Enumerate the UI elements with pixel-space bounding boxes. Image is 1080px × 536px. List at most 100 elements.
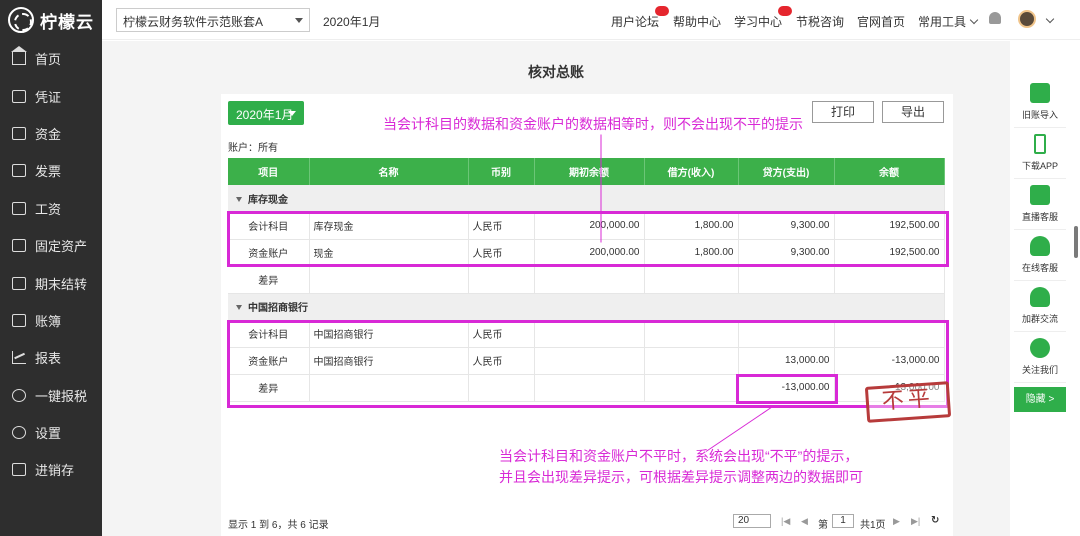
- rail-online-support[interactable]: 在线客服: [1014, 230, 1066, 281]
- nav-user-forum[interactable]: 用户论坛: [611, 6, 670, 30]
- record-count-text: 显示 1 到 6，共 6 记录: [228, 520, 329, 531]
- current-period: 2020年1月: [323, 15, 381, 29]
- nav-common-tools[interactable]: 常用工具: [918, 13, 979, 30]
- rail-import[interactable]: 旧账导入: [1014, 77, 1066, 128]
- sidebar-item-salary[interactable]: 工资: [0, 190, 102, 227]
- sidebar-item-label: 固定资产: [35, 239, 88, 255]
- column-header: 余额: [834, 158, 945, 185]
- refresh-icon[interactable]: ↻: [931, 515, 939, 526]
- table-cell: [534, 266, 645, 294]
- nav-tax-consulting[interactable]: 节税咨询: [796, 13, 844, 30]
- last-page-icon[interactable]: ▶|: [911, 516, 920, 527]
- nav-help-center[interactable]: 帮助中心: [673, 13, 721, 30]
- app-logo[interactable]: 柠檬云: [0, 0, 102, 40]
- hot-badge-icon: [655, 6, 670, 16]
- collapse-caret-icon[interactable]: [236, 305, 242, 310]
- page-number-input[interactable]: 1: [832, 514, 854, 528]
- bell-icon[interactable]: [989, 12, 1001, 24]
- reconcile-panel: 2020年1月 打印 导出 账户：所有 项目 名称 币别 期初余额 借方(收入)…: [221, 94, 953, 536]
- sidebar-item-tax[interactable]: 一键报税: [0, 377, 102, 414]
- next-page-icon[interactable]: ▶: [893, 516, 900, 527]
- dropdown-caret-icon: [288, 111, 296, 116]
- lemon-logo-icon: [8, 7, 34, 33]
- voucher-icon: [12, 89, 26, 103]
- sidebar-item-label: 报表: [35, 351, 62, 367]
- page-size-select[interactable]: 20: [733, 514, 771, 528]
- highlight-box-difference: [736, 374, 838, 404]
- sidebar-item-label: 设置: [35, 426, 62, 442]
- rail-download-app[interactable]: 下载APP: [1014, 128, 1066, 179]
- nav-label: 学习中心: [734, 15, 783, 29]
- table-cell: 差异: [228, 266, 310, 294]
- table-cell: [309, 266, 469, 294]
- hot-badge-icon: [778, 6, 793, 16]
- table-cell: [468, 266, 535, 294]
- table-cell: [644, 266, 739, 294]
- sidebar-item-label: 期末结转: [35, 276, 88, 292]
- rail-live-support[interactable]: 直播客服: [1014, 179, 1066, 230]
- group-label: 中国招商银行: [248, 303, 308, 314]
- rail-label: 旧账导入: [1021, 110, 1058, 120]
- avatar[interactable]: [1018, 10, 1036, 28]
- month-select-button[interactable]: 2020年1月: [228, 101, 304, 125]
- top-bar: 柠檬云财务软件示范账套A 2020年1月 用户论坛 帮助中心 学习中心 节税咨询…: [102, 0, 1080, 40]
- nav-label: 常用工具: [918, 15, 967, 29]
- column-header: 借方(收入): [644, 158, 739, 185]
- page-prefix: 第: [818, 520, 828, 531]
- phone-icon: [1034, 134, 1046, 154]
- sidebar-item-label: 首页: [35, 52, 62, 68]
- sidebar-item-home[interactable]: 首页: [0, 40, 102, 77]
- collapse-caret-icon[interactable]: [236, 196, 242, 202]
- sidebar-item-label: 工资: [35, 201, 62, 217]
- sidebar-item-label: 发票: [35, 164, 62, 180]
- sidebar-item-invoice[interactable]: 发票: [0, 152, 102, 189]
- salary-icon: [12, 201, 26, 215]
- sidebar-item-label: 账簿: [35, 313, 62, 329]
- rail-follow-us[interactable]: 关注我们: [1014, 332, 1066, 383]
- app-name: 柠檬云: [40, 12, 94, 32]
- chevron-down-icon[interactable]: [1045, 14, 1055, 24]
- column-header: 币别: [468, 158, 535, 185]
- sidebar-item-funds[interactable]: 资金: [0, 115, 102, 152]
- video-icon: [1030, 185, 1050, 205]
- nav-official-site[interactable]: 官网首页: [857, 13, 905, 30]
- sidebar-item-reports[interactable]: 报表: [0, 339, 102, 376]
- column-header: 名称: [309, 158, 469, 185]
- scrollbar-thumb[interactable]: [1074, 226, 1078, 258]
- column-header: 贷方(支出): [738, 158, 835, 185]
- home-icon: [11, 46, 27, 66]
- chevron-down-icon: [969, 15, 979, 25]
- sidebar-item-ledger[interactable]: 账簿: [0, 302, 102, 339]
- rail-label: 在线客服: [1021, 263, 1058, 273]
- highlight-box-cash: [227, 211, 949, 267]
- fixed-asset-icon: [12, 239, 26, 253]
- main-content: 核对总账 2020年1月 打印 导出 账户：所有 项目 名称 币别 期初余额 借…: [102, 41, 1010, 536]
- pagination-bar: 显示 1 到 6，共 6 记录 20 |◀ ◀ 第 1 共1页 ▶ ▶| ↻: [228, 514, 944, 531]
- period-end-icon: [12, 276, 26, 290]
- sidebar-item-period-end[interactable]: 期末结转: [0, 264, 102, 301]
- sidebar: 柠檬云 首页 凭证 资金 发票 工资 固定资产 期末结转 账簿 报表 一键报税 …: [0, 0, 102, 536]
- print-button[interactable]: 打印: [812, 101, 874, 123]
- report-chart-icon: [12, 351, 26, 365]
- sidebar-item-voucher[interactable]: 凭证: [0, 77, 102, 114]
- group-row-cash[interactable]: 库存现金: [228, 185, 945, 213]
- account-set-select[interactable]: 柠檬云财务软件示范账套A: [116, 8, 310, 32]
- page-title: 核对总账: [528, 64, 584, 80]
- sidebar-item-label: 资金: [35, 126, 62, 142]
- table-header-row: 项目 名称 币别 期初余额 借方(收入) 贷方(支出) 余额: [228, 158, 945, 185]
- nav-learning-center[interactable]: 学习中心: [734, 6, 793, 30]
- rail-join-group[interactable]: 加群交流: [1014, 281, 1066, 332]
- highlight-box-bank: [227, 320, 949, 408]
- group-icon: [1030, 287, 1050, 307]
- sidebar-item-fixed-assets[interactable]: 固定资产: [0, 227, 102, 264]
- prev-page-icon[interactable]: ◀: [801, 516, 808, 527]
- sidebar-item-label: 凭证: [35, 89, 62, 105]
- dropdown-caret-icon: [295, 18, 303, 23]
- export-button[interactable]: 导出: [882, 101, 944, 123]
- sidebar-item-inventory[interactable]: 进销存: [0, 451, 102, 488]
- hide-rail-button[interactable]: 隐藏 >: [1014, 387, 1066, 412]
- group-row-bank[interactable]: 中国招商银行: [228, 293, 945, 321]
- sidebar-item-settings[interactable]: 设置: [0, 414, 102, 451]
- page-total: 共1页: [860, 520, 886, 531]
- first-page-icon[interactable]: |◀: [781, 516, 790, 527]
